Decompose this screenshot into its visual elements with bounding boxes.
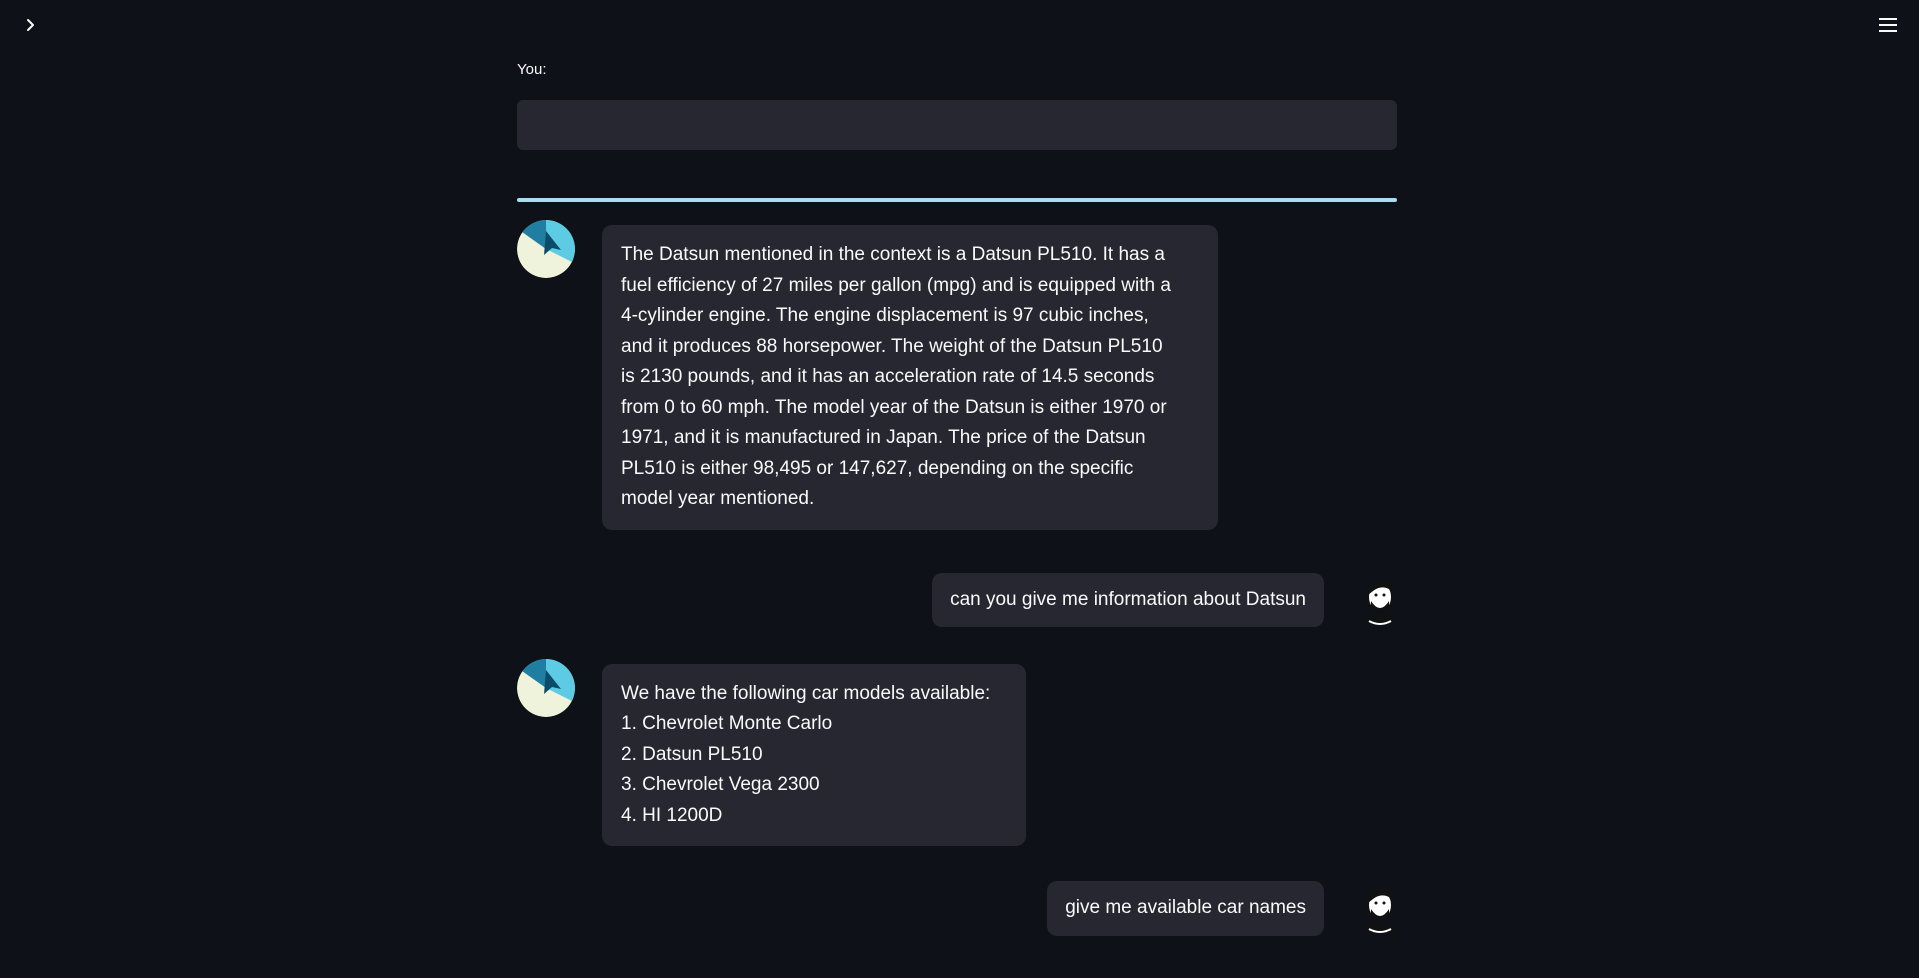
user-avatar-icon bbox=[1351, 573, 1409, 631]
bot-avatar-icon bbox=[517, 220, 575, 278]
chat-message-user: give me available car names bbox=[517, 881, 1397, 939]
divider bbox=[517, 198, 1397, 202]
user-message-bubble: can you give me information about Datsun bbox=[932, 572, 1324, 627]
chat-input-label: You: bbox=[517, 61, 547, 78]
user-avatar-icon bbox=[1351, 881, 1409, 939]
bot-avatar-icon bbox=[517, 658, 575, 717]
main-menu-button[interactable] bbox=[1875, 14, 1901, 36]
main-content: You: The Datsun mentioned in the context… bbox=[517, 60, 1397, 939]
bot-message-bubble: The Datsun mentioned in the context is a… bbox=[602, 225, 1218, 530]
hamburger-menu-icon bbox=[1879, 18, 1897, 32]
user-message-bubble: give me available car names bbox=[1047, 881, 1324, 936]
chat-message-bot: We have the following car models availab… bbox=[517, 658, 1397, 846]
bot-message-bubble: We have the following car models availab… bbox=[602, 663, 1026, 846]
chat-input[interactable] bbox=[517, 100, 1397, 150]
chat-message-bot: The Datsun mentioned in the context is a… bbox=[517, 220, 1397, 530]
chat-message-user: can you give me information about Datsun bbox=[517, 572, 1397, 631]
sidebar-toggle-button[interactable] bbox=[20, 14, 42, 36]
chevron-right-icon bbox=[27, 19, 34, 31]
